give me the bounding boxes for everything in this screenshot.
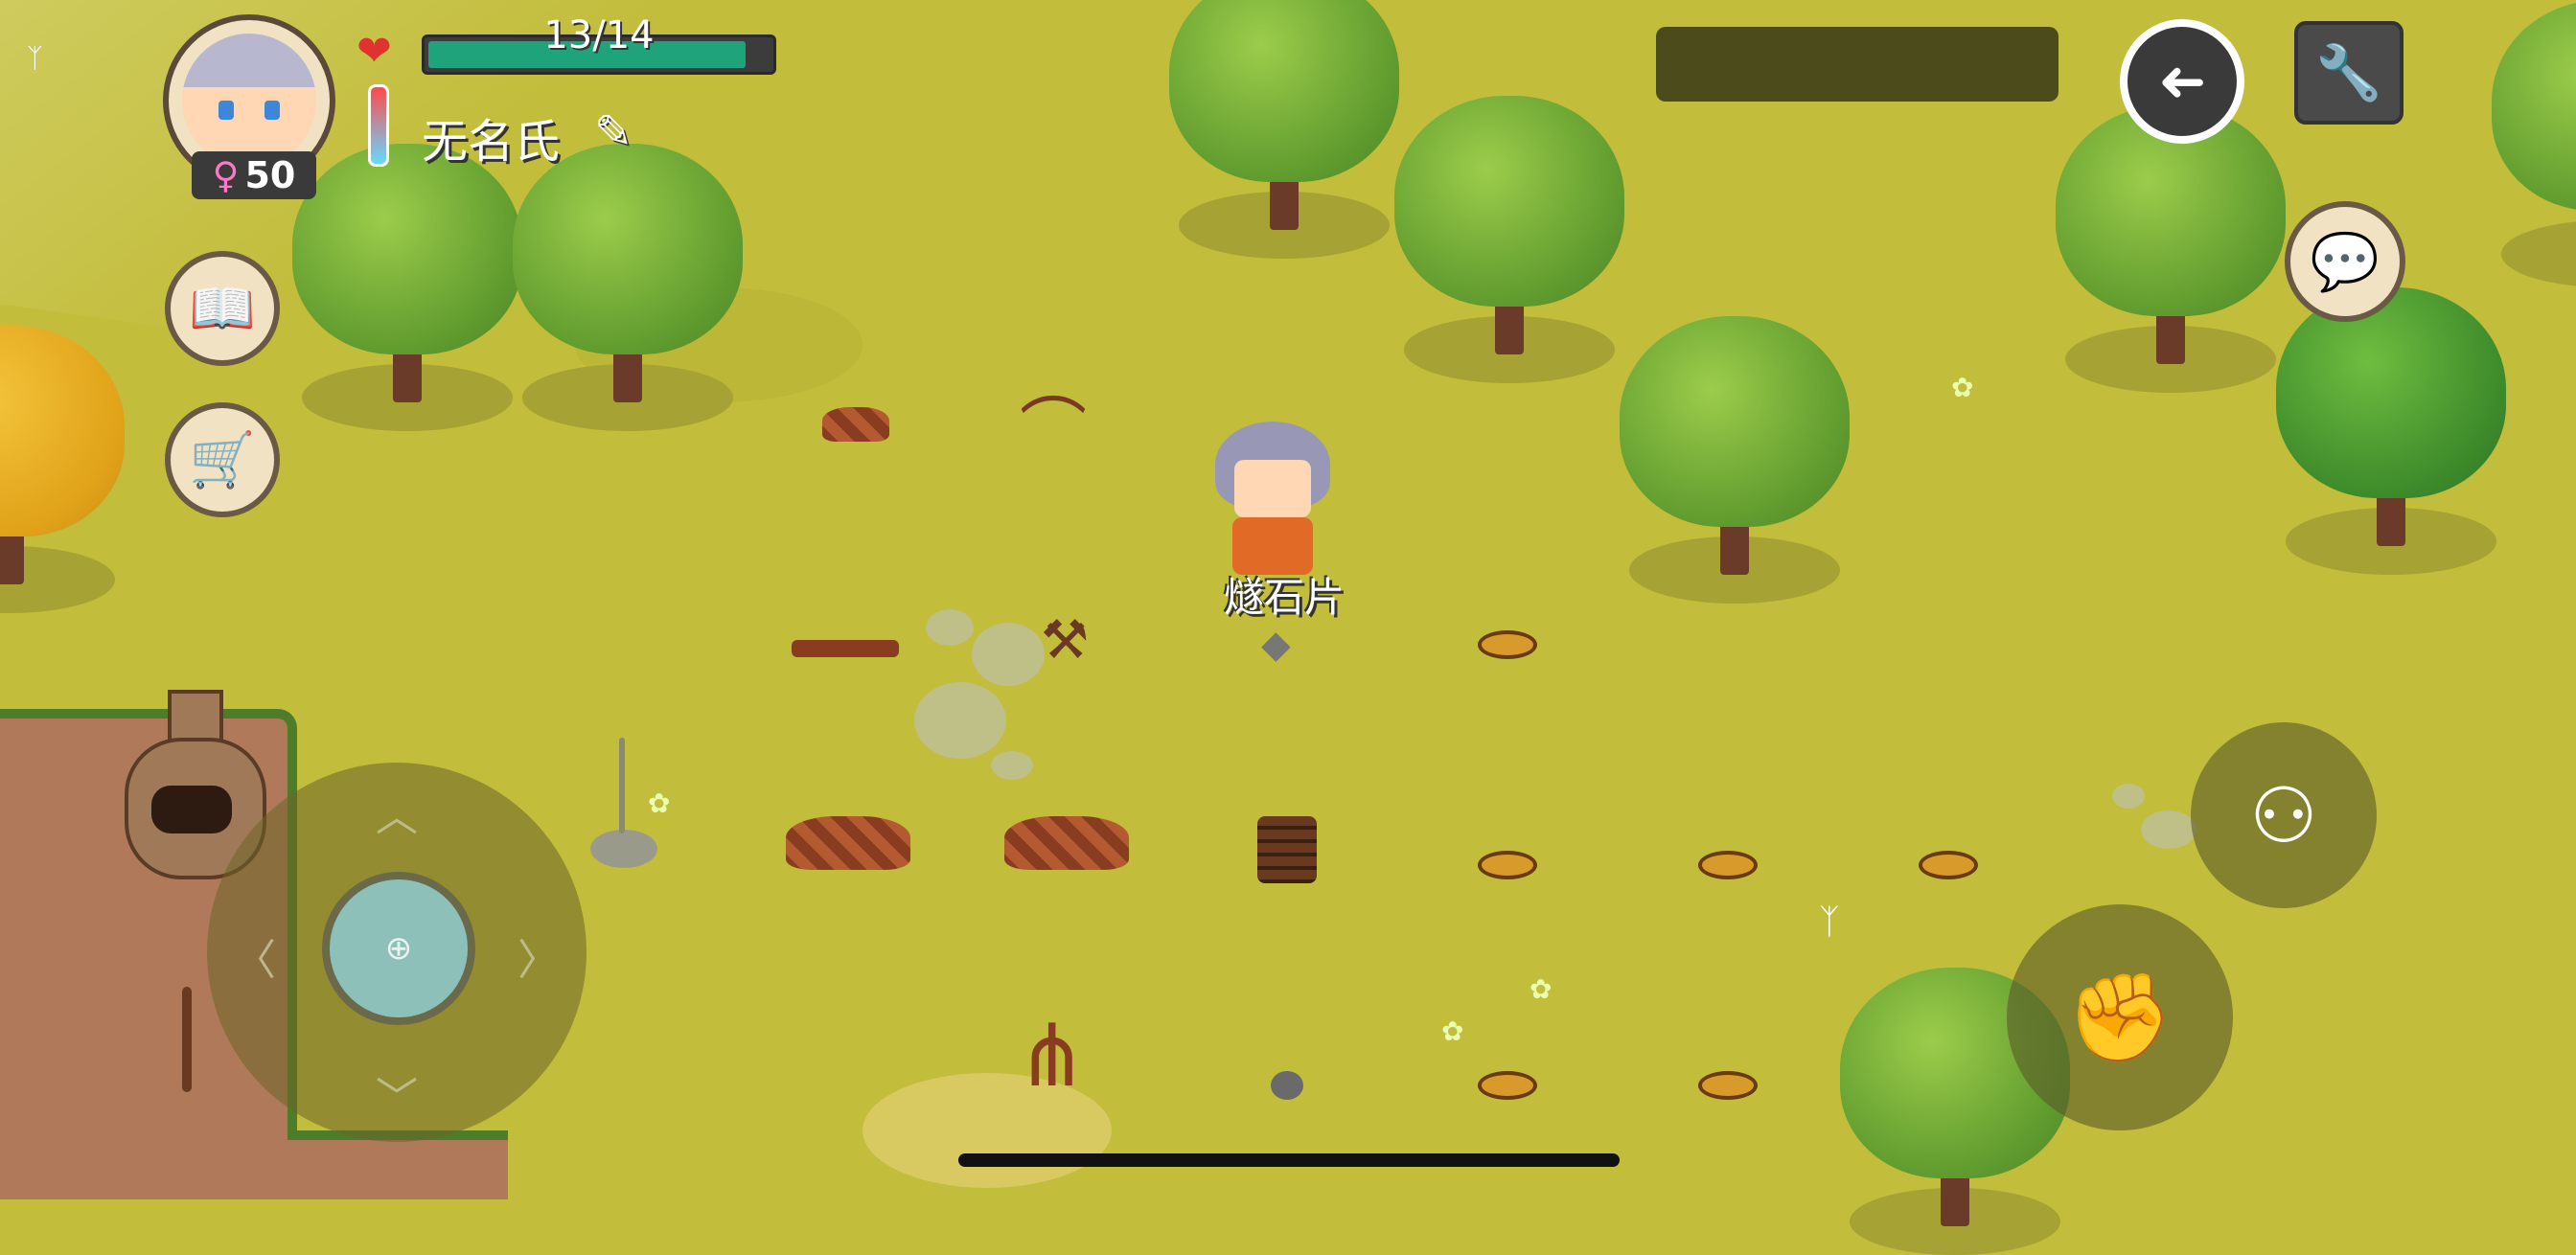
craft-tree-button[interactable]: ⚇ [2191, 722, 2377, 908]
flower-icon: ✿ [1441, 1015, 1464, 1047]
stone [991, 751, 1033, 780]
clay-plate[interactable] [1698, 1071, 1758, 1100]
age-badge: ♀ 50 [192, 151, 316, 199]
tree[interactable] [2492, 0, 2576, 287]
tree[interactable] [292, 144, 522, 431]
stone [972, 623, 1045, 686]
clay-pile[interactable] [822, 407, 889, 442]
female-icon: ♀ [212, 154, 240, 196]
stone [914, 682, 1006, 759]
autumn-tree[interactable] [0, 326, 125, 613]
age-value: 50 [244, 154, 296, 196]
back-arrow-icon: ➜ [2157, 48, 2207, 115]
stone [2112, 784, 2145, 809]
branch-icon[interactable]: ⋔ [1016, 1006, 1088, 1107]
notification-bar [1656, 27, 2058, 102]
grab-action-button[interactable]: ✊ [2007, 904, 2233, 1130]
round-stone[interactable] [1271, 1071, 1303, 1100]
stone [926, 609, 974, 646]
joystick-up-arrow: ︿ [376, 792, 418, 841]
butterfly-icon[interactable]: ᛉ [1819, 902, 1840, 942]
tree[interactable] [1620, 316, 1850, 604]
flower-icon: ✿ [1530, 973, 1552, 1005]
joystick-right-arrow: 〉 [518, 936, 560, 985]
clay-plate[interactable] [1919, 851, 1978, 879]
flower-icon: ✿ [648, 787, 671, 819]
joystick-down-arrow: ﹀ [376, 1074, 418, 1123]
tree[interactable] [1394, 96, 1624, 383]
journal-button[interactable]: 📖 [165, 251, 280, 366]
tree[interactable] [513, 144, 743, 431]
tree[interactable] [2056, 105, 2286, 393]
kiln[interactable] [125, 690, 266, 879]
clay-plate[interactable] [1478, 630, 1537, 659]
firewood-pile[interactable] [1004, 816, 1129, 870]
flower-icon: ✿ [1951, 372, 1974, 403]
stone [2141, 810, 2196, 849]
held-item-label: 燧石片 [1223, 574, 1345, 621]
stacked-baskets[interactable] [1257, 816, 1317, 883]
home-indicator [958, 1153, 1620, 1167]
grinding-stone[interactable] [590, 830, 657, 868]
bow-drill-icon[interactable]: ⌒ [1020, 376, 1087, 472]
clay-plate[interactable] [1478, 1071, 1537, 1100]
pine-tree[interactable] [2276, 287, 2506, 575]
log-stick[interactable] [792, 640, 899, 657]
butterfly-icon[interactable]: ᛉ [27, 42, 43, 74]
flint-shard-icon[interactable]: ◆ [1261, 623, 1291, 667]
back-button[interactable]: ➜ [2120, 19, 2244, 144]
heart-icon: ❤ [356, 27, 392, 76]
shovel-icon[interactable] [182, 987, 192, 1092]
thermometer-icon [368, 84, 389, 167]
health-text: 13/14 [543, 13, 655, 57]
firewood-pile[interactable] [786, 816, 910, 870]
tree[interactable] [1169, 0, 1399, 259]
player-name[interactable]: 无名氏 [422, 103, 560, 171]
shop-cart-button[interactable]: 🛒 [165, 402, 280, 517]
clay-plate[interactable] [1698, 851, 1758, 879]
edit-name-icon[interactable]: ✎ [594, 105, 632, 159]
player-character[interactable] [1206, 422, 1349, 575]
clay-plate[interactable] [1478, 851, 1537, 879]
joystick-left-arrow: 〈 [234, 936, 276, 985]
joystick-thumb[interactable]: ⊕ [322, 872, 475, 1025]
upright-stick [619, 738, 625, 833]
settings-wrench-button[interactable]: 🔧 [2294, 21, 2404, 125]
hammer-icon[interactable]: ⚒ [1041, 609, 1089, 672]
chat-button[interactable]: 💬 [2285, 201, 2405, 322]
